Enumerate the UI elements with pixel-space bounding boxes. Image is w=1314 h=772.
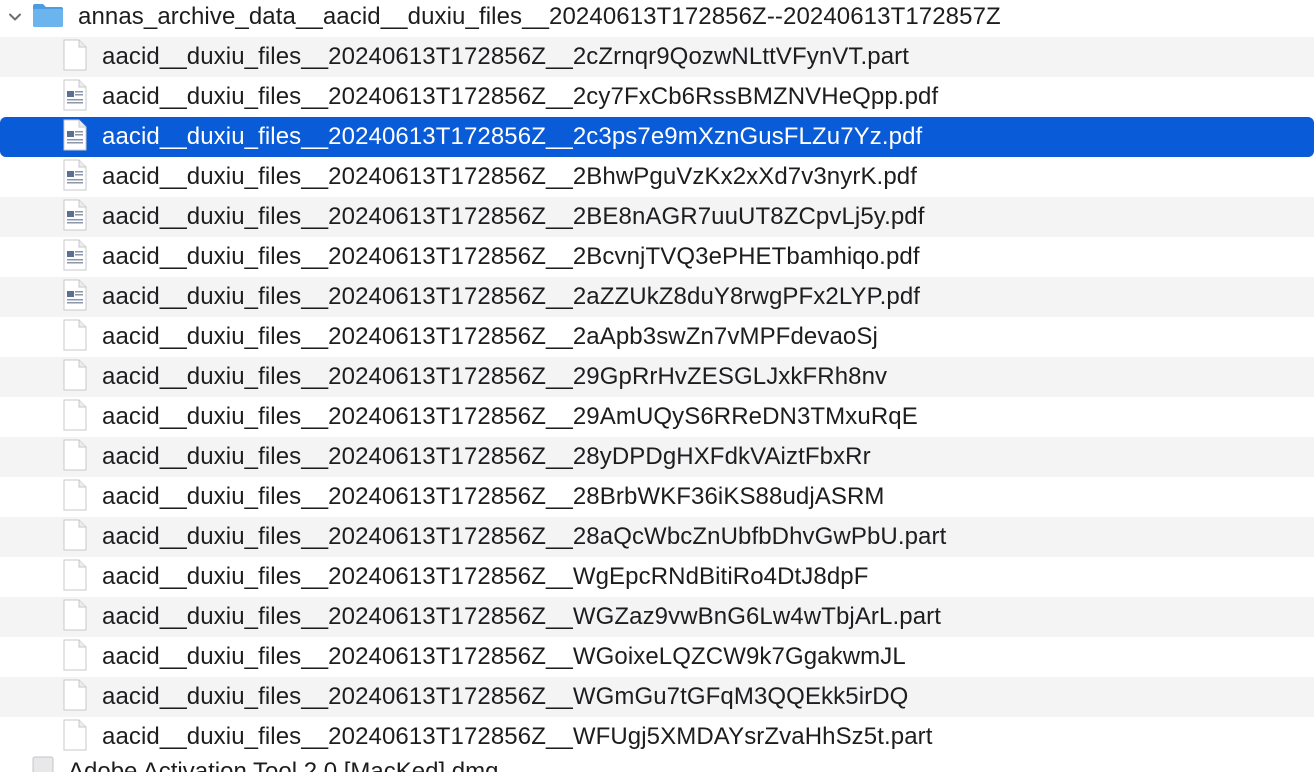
file-name: aacid__duxiu_files__20240613T172856Z__2c… bbox=[102, 43, 909, 70]
file-name: aacid__duxiu_files__20240613T172856Z__2B… bbox=[102, 243, 920, 270]
file-row[interactable]: aacid__duxiu_files__20240613T172856Z__2a… bbox=[0, 277, 1314, 317]
file-row[interactable]: aacid__duxiu_files__20240613T172856Z__28… bbox=[0, 477, 1314, 517]
pdf-icon bbox=[62, 119, 88, 156]
file-name: aacid__duxiu_files__20240613T172856Z__2a… bbox=[102, 323, 878, 350]
file-name: aacid__duxiu_files__20240613T172856Z__Wg… bbox=[102, 563, 869, 590]
document-icon bbox=[62, 559, 88, 596]
pdf-icon bbox=[62, 199, 88, 236]
document-icon bbox=[62, 719, 88, 756]
document-icon bbox=[62, 479, 88, 516]
disk-image-icon bbox=[32, 756, 54, 772]
file-row[interactable]: aacid__duxiu_files__20240613T172856Z__2a… bbox=[0, 317, 1314, 357]
file-name: aacid__duxiu_files__20240613T172856Z__2B… bbox=[102, 163, 917, 190]
file-name: aacid__duxiu_files__20240613T172856Z__2c… bbox=[102, 83, 939, 110]
document-icon bbox=[62, 599, 88, 636]
file-name: aacid__duxiu_files__20240613T172856Z__2a… bbox=[102, 283, 921, 310]
file-row[interactable]: aacid__duxiu_files__20240613T172856Z__29… bbox=[0, 357, 1314, 397]
file-row[interactable]: aacid__duxiu_files__20240613T172856Z__2B… bbox=[0, 197, 1314, 237]
file-name: aacid__duxiu_files__20240613T172856Z__WG… bbox=[102, 683, 909, 710]
document-icon bbox=[62, 439, 88, 476]
pdf-icon bbox=[62, 239, 88, 276]
file-row[interactable]: aacid__duxiu_files__20240613T172856Z__2c… bbox=[0, 117, 1314, 157]
file-name: aacid__duxiu_files__20240613T172856Z__29… bbox=[102, 403, 918, 430]
file-row[interactable]: aacid__duxiu_files__20240613T172856Z__29… bbox=[0, 397, 1314, 437]
file-row[interactable]: aacid__duxiu_files__20240613T172856Z__28… bbox=[0, 437, 1314, 477]
file-row[interactable]: aacid__duxiu_files__20240613T172856Z__28… bbox=[0, 517, 1314, 557]
file-row[interactable]: aacid__duxiu_files__20240613T172856Z__WG… bbox=[0, 677, 1314, 717]
pdf-icon bbox=[62, 79, 88, 116]
document-icon bbox=[62, 639, 88, 676]
folder-row[interactable]: annas_archive_data__aacid__duxiu_files__… bbox=[0, 0, 1314, 37]
file-name: aacid__duxiu_files__20240613T172856Z__WG… bbox=[102, 643, 906, 670]
file-name: aacid__duxiu_files__20240613T172856Z__WF… bbox=[102, 723, 933, 750]
pdf-icon bbox=[62, 279, 88, 316]
file-row[interactable]: aacid__duxiu_files__20240613T172856Z__2c… bbox=[0, 77, 1314, 117]
document-icon bbox=[62, 399, 88, 436]
file-name: aacid__duxiu_files__20240613T172856Z__WG… bbox=[102, 603, 941, 630]
document-icon bbox=[62, 39, 88, 76]
file-row[interactable]: aacid__duxiu_files__20240613T172856Z__2c… bbox=[0, 37, 1314, 77]
file-row[interactable]: aacid__duxiu_files__20240613T172856Z__WG… bbox=[0, 637, 1314, 677]
file-row[interactable]: aacid__duxiu_files__20240613T172856Z__WF… bbox=[0, 717, 1314, 757]
file-name: aacid__duxiu_files__20240613T172856Z__2c… bbox=[102, 123, 923, 150]
file-name: aacid__duxiu_files__20240613T172856Z__2B… bbox=[102, 203, 925, 230]
document-icon bbox=[62, 359, 88, 396]
document-icon bbox=[62, 519, 88, 556]
file-row[interactable]: aacid__duxiu_files__20240613T172856Z__WG… bbox=[0, 597, 1314, 637]
folder-icon bbox=[32, 2, 64, 33]
chevron-down-icon[interactable] bbox=[6, 8, 24, 26]
file-row[interactable]: aacid__duxiu_files__20240613T172856Z__2B… bbox=[0, 157, 1314, 197]
document-icon bbox=[62, 679, 88, 716]
file-row[interactable]: aacid__duxiu_files__20240613T172856Z__Wg… bbox=[0, 557, 1314, 597]
file-name: aacid__duxiu_files__20240613T172856Z__28… bbox=[102, 523, 947, 550]
next-item-row[interactable]: Adobe Activation Tool 2.0 [MacKed].dmg bbox=[0, 756, 1314, 772]
document-icon bbox=[62, 319, 88, 356]
file-name: aacid__duxiu_files__20240613T172856Z__28… bbox=[102, 483, 885, 510]
pdf-icon bbox=[62, 159, 88, 196]
next-item-name: Adobe Activation Tool 2.0 [MacKed].dmg bbox=[68, 758, 499, 772]
folder-name: annas_archive_data__aacid__duxiu_files__… bbox=[78, 3, 1001, 30]
file-row[interactable]: aacid__duxiu_files__20240613T172856Z__2B… bbox=[0, 237, 1314, 277]
finder-list-view: annas_archive_data__aacid__duxiu_files__… bbox=[0, 0, 1314, 772]
file-name: aacid__duxiu_files__20240613T172856Z__29… bbox=[102, 363, 888, 390]
file-name: aacid__duxiu_files__20240613T172856Z__28… bbox=[102, 443, 871, 470]
